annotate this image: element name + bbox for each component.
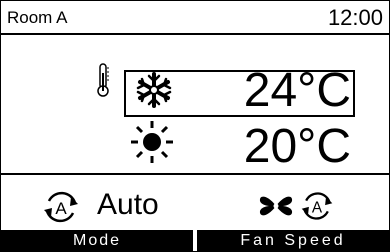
snowflake-icon <box>135 71 173 114</box>
mode-value: Auto <box>97 188 159 221</box>
auto-mode-icon: A <box>41 189 81 230</box>
divider <box>1 173 389 175</box>
fan-icon <box>257 191 295 226</box>
status-bar: Room A 12:00 <box>1 1 389 35</box>
mode-button[interactable]: Mode <box>1 230 193 252</box>
clock: 12:00 <box>327 5 383 30</box>
thermometer-icon <box>96 63 110 102</box>
heating-temperature: 20°C <box>243 120 351 173</box>
thermostat-screen: Room A 12:00 24°C 20°C A Auto A Mode Fan… <box>0 0 390 252</box>
sun-icon <box>129 119 175 170</box>
svg-text:A: A <box>55 199 67 218</box>
room-name: Room A <box>7 8 68 27</box>
fan-auto-icon: A <box>299 189 335 228</box>
cooling-temperature: 24°C <box>243 64 351 117</box>
fan-speed-button[interactable]: Fan Speed <box>197 230 389 252</box>
svg-text:A: A <box>312 199 323 216</box>
